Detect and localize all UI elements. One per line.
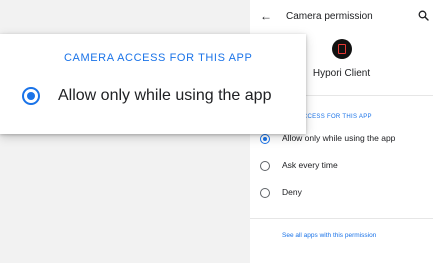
zoom-section-header: CAMERA ACCESS FOR THIS APP [64,52,253,64]
option-label: Ask every time [282,160,338,170]
radio-unselected-icon[interactable] [260,188,270,198]
app-bar: ← Camera permission [250,0,433,34]
option-deny[interactable]: Deny [250,183,433,205]
option-ask-every-time[interactable]: Ask every time [250,156,433,178]
see-all-apps-link[interactable]: See all apps with this permission [282,231,376,240]
zoom-option-label: Allow only while using the app [58,87,272,104]
option-label: Deny [282,187,302,197]
arrow-back-icon[interactable]: ← [259,9,273,23]
radio-unselected-icon[interactable] [260,161,270,171]
page-title: Camera permission [286,11,373,22]
zoom-callout: CAMERA ACCESS FOR THIS APP Allow only wh… [0,34,306,134]
hypori-app-icon [332,39,352,59]
search-icon[interactable] [418,10,429,21]
radio-selected-icon[interactable] [260,134,270,144]
radio-selected-icon[interactable] [22,87,40,105]
divider [250,218,433,219]
